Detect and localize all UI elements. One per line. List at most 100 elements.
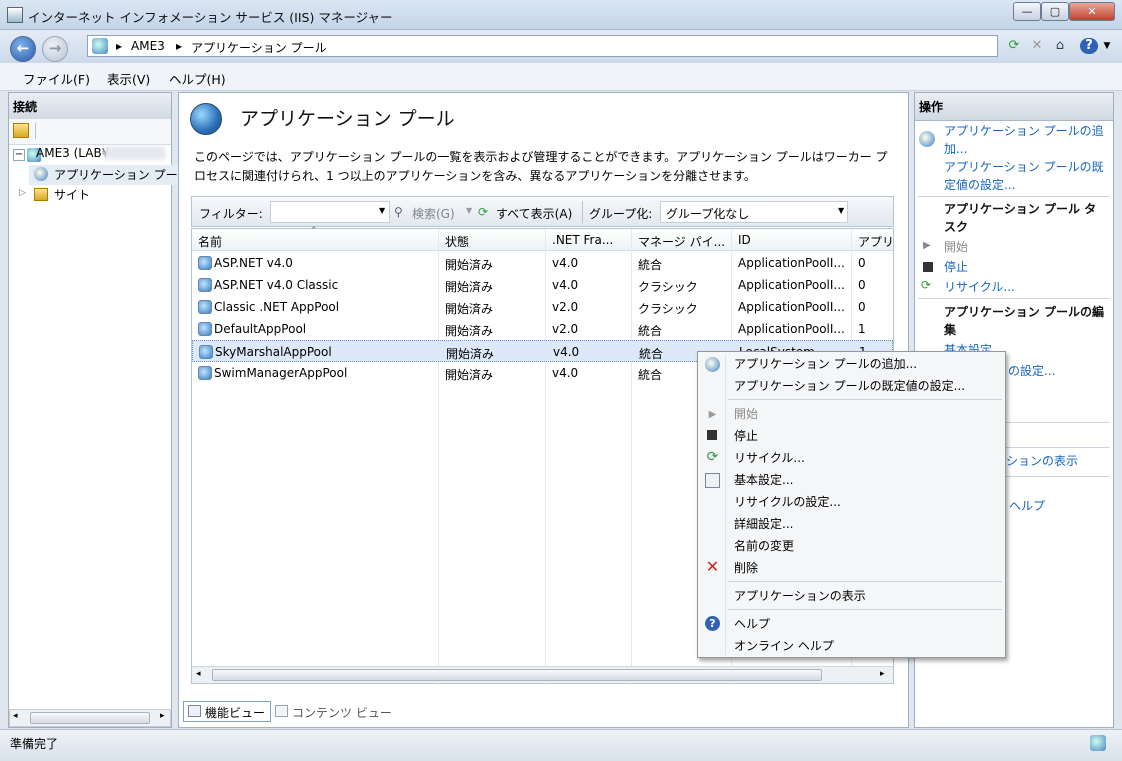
tasks-header: アプリケーション プール タスク xyxy=(944,202,1097,234)
cell-status: 開始済み xyxy=(446,347,495,361)
action-recycle-settings[interactable]: の設定... xyxy=(1008,362,1055,379)
menu-advanced-settings[interactable]: 詳細設定... xyxy=(734,515,793,532)
action-start[interactable]: 開始 xyxy=(944,238,968,255)
divider xyxy=(1006,447,1110,448)
action-help[interactable]: ヘルプ xyxy=(1009,497,1045,514)
maximize-button[interactable]: ▢ xyxy=(1041,2,1069,21)
context-menu: アプリケーション プールの追加... アプリケーション プールの既定値の設定..… xyxy=(697,351,1006,658)
menu-add-pool[interactable]: アプリケーション プールの追加... xyxy=(734,355,917,372)
scroll-thumb[interactable] xyxy=(212,669,822,681)
app-pool-icon xyxy=(198,322,212,336)
breadcrumb-server[interactable]: AME3 xyxy=(131,39,165,53)
recycle-icon: ⟳ xyxy=(921,278,932,292)
col-id[interactable]: ID xyxy=(738,233,848,247)
expand-icon[interactable]: ▷ xyxy=(19,188,26,198)
stop-icon xyxy=(707,430,717,440)
chevron-down-icon[interactable]: ▼ xyxy=(838,206,844,215)
connections-pane: 接続 − AME3 (LAB¥ アプリケーション プー ▷ サイト ◂ ▸ xyxy=(8,92,179,728)
home-icon[interactable]: ⌂ xyxy=(1052,38,1068,54)
menu-stop[interactable]: 停止 xyxy=(734,427,758,444)
action-recycle[interactable]: リサイクル... xyxy=(944,278,1015,295)
title-bar: インターネット インフォメーション サービス (IIS) マネージャー — ▢ … xyxy=(0,0,1122,30)
divider xyxy=(918,298,1110,299)
menu-set-defaults[interactable]: アプリケーション プールの既定値の設定... xyxy=(734,377,965,394)
sort-asc-icon: ⌃ xyxy=(310,226,318,236)
tab-content-view[interactable]: コンテンツ ビュー xyxy=(292,704,392,721)
collapse-icon[interactable]: − xyxy=(13,149,25,161)
refresh-icon[interactable]: ⟳ xyxy=(1006,38,1022,54)
search-button[interactable]: 検索(G) xyxy=(412,205,455,222)
scroll-right-icon[interactable]: ▸ xyxy=(880,669,885,679)
delete-icon: ✕ xyxy=(705,557,720,576)
cell-status: 開始済み xyxy=(445,258,494,272)
menu-start[interactable]: 開始 xyxy=(734,405,758,422)
breadcrumb-app-pools[interactable]: アプリケーション プール xyxy=(191,39,327,56)
cell-pipeline: 統合 xyxy=(638,258,663,272)
back-button[interactable]: ← xyxy=(10,36,36,62)
menu-basic-settings[interactable]: 基本設定... xyxy=(734,471,793,488)
divider xyxy=(1006,476,1110,477)
menu-separator xyxy=(728,399,1002,400)
show-all-icon: ⟳ xyxy=(478,205,489,219)
app-pool-icon xyxy=(198,278,212,292)
stop-icon[interactable]: ✕ xyxy=(1029,38,1045,54)
forward-button[interactable]: → xyxy=(42,36,68,62)
minimize-button[interactable]: — xyxy=(1013,2,1041,21)
table-scrollbar[interactable]: ◂ ▸ xyxy=(192,666,893,683)
scroll-left-icon[interactable]: ◂ xyxy=(196,669,201,679)
menu-separator xyxy=(728,581,1002,582)
action-view-apps[interactable]: ションの表示 xyxy=(1006,452,1078,469)
cell-pipeline: 統合 xyxy=(638,368,663,382)
table-row[interactable]: DefaultAppPool 開始済み v2.0 統合 ApplicationP… xyxy=(192,318,893,340)
scroll-right-icon[interactable]: ▸ xyxy=(160,711,165,721)
chevron-down-icon[interactable]: ▼ xyxy=(379,206,385,215)
menu-file[interactable]: ファイル(F) xyxy=(23,69,90,88)
col-net[interactable]: .NET Fra... xyxy=(552,233,630,247)
chevron-down-icon[interactable]: ▼ xyxy=(1099,38,1115,54)
show-all-button[interactable]: すべて表示(A) xyxy=(496,205,572,222)
help-icon[interactable]: ? xyxy=(1080,38,1098,54)
close-button[interactable]: ✕ xyxy=(1069,2,1115,21)
action-defaults[interactable]: アプリケーション プールの既定値の設定... xyxy=(944,158,1110,194)
scroll-left-icon[interactable]: ◂ xyxy=(13,711,18,721)
menu-online-help[interactable]: オンライン ヘルプ xyxy=(734,637,834,654)
tree-scrollbar[interactable]: ◂ ▸ xyxy=(9,709,171,727)
cell-net: v4.0 xyxy=(553,345,580,359)
menu-help[interactable]: ヘルプ xyxy=(734,615,770,632)
tree-item-app-pools[interactable]: アプリケーション プー xyxy=(54,166,178,183)
breadcrumb-separator: ▸ xyxy=(176,39,183,53)
scroll-thumb[interactable] xyxy=(30,712,150,724)
tree-item-server[interactable]: AME3 (LAB¥ xyxy=(36,146,109,160)
tree-item-sites[interactable]: サイト xyxy=(54,186,90,203)
menu-recycle[interactable]: リサイクル... xyxy=(734,449,805,466)
divider xyxy=(918,196,1110,197)
table-row[interactable]: Classic .NET AppPool 開始済み v2.0 クラシック App… xyxy=(192,296,893,318)
col-apps[interactable]: アプリ xyxy=(858,233,894,250)
col-status[interactable]: 状態 xyxy=(445,233,545,250)
filter-input[interactable] xyxy=(270,201,390,223)
connection-status-icon xyxy=(1090,735,1106,751)
cell-pipeline: 統合 xyxy=(639,347,664,361)
cell-pipeline: クラシック xyxy=(638,302,698,316)
address-bar[interactable]: ▸ AME3 ▸ アプリケーション プール xyxy=(87,35,998,57)
col-pipeline[interactable]: マネージ パイ... xyxy=(638,233,728,250)
folder-icon[interactable] xyxy=(13,123,29,138)
menu-help[interactable]: ヘルプ(H) xyxy=(169,69,226,88)
action-add-pool[interactable]: アプリケーション プールの追加... xyxy=(944,122,1110,158)
settings-icon xyxy=(705,473,720,488)
col-name[interactable]: 名前 xyxy=(198,233,438,250)
app-pool-icon xyxy=(199,345,213,359)
table-row[interactable]: ASP.NET v4.0 開始済み v4.0 統合 ApplicationPoo… xyxy=(192,252,893,274)
cell-apps: 0 xyxy=(858,278,866,292)
recycle-icon: ⟳ xyxy=(706,449,719,465)
redacted-text xyxy=(104,146,166,160)
menu-rename[interactable]: 名前の変更 xyxy=(734,537,794,554)
menu-recycle-settings[interactable]: リサイクルの設定... xyxy=(734,493,841,510)
menu-view-apps[interactable]: アプリケーションの表示 xyxy=(734,587,866,604)
menu-delete[interactable]: 削除 xyxy=(734,559,758,576)
chevron-down-icon[interactable]: ▼ xyxy=(466,206,472,215)
menu-view[interactable]: 表示(V) xyxy=(107,69,150,88)
action-stop[interactable]: 停止 xyxy=(944,258,968,275)
cell-net: v2.0 xyxy=(552,322,579,336)
table-row[interactable]: ASP.NET v4.0 Classic 開始済み v4.0 クラシック App… xyxy=(192,274,893,296)
